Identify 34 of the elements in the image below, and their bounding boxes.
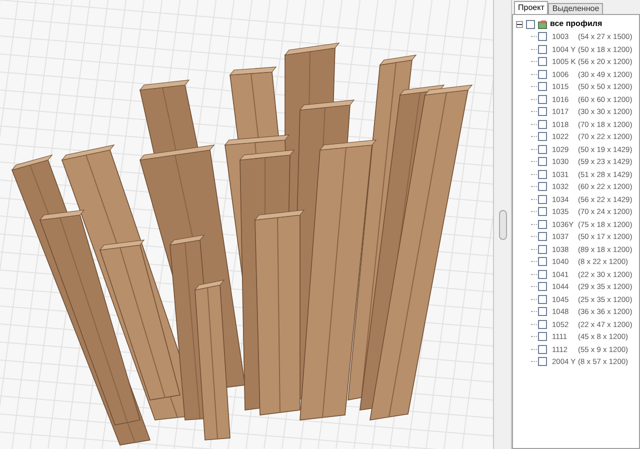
checkbox[interactable] <box>538 157 547 166</box>
collapse-icon[interactable] <box>516 20 523 28</box>
checkbox[interactable] <box>526 20 535 29</box>
checkbox[interactable] <box>538 307 547 316</box>
splitter-handle[interactable] <box>498 210 506 240</box>
checkbox[interactable] <box>538 294 547 304</box>
checkbox[interactable] <box>538 282 547 292</box>
checkbox[interactable] <box>538 70 547 79</box>
checkbox[interactable] <box>538 182 547 192</box>
checkbox[interactable] <box>538 194 547 204</box>
checkbox[interactable] <box>538 207 547 216</box>
checkbox[interactable] <box>538 244 547 254</box>
panel-tab[interactable]: Проект <box>514 1 548 14</box>
tree-root-label[interactable]: все профиля <box>550 20 602 28</box>
checkbox[interactable] <box>538 82 547 92</box>
checkbox[interactable] <box>538 32 547 42</box>
checkbox[interactable] <box>538 132 547 142</box>
checkbox[interactable] <box>538 320 547 329</box>
folder-icon <box>538 20 547 29</box>
checkbox[interactable] <box>538 94 547 104</box>
checkbox[interactable] <box>538 120 547 129</box>
checkbox[interactable] <box>538 332 547 342</box>
checkbox[interactable] <box>538 220 547 229</box>
checkbox[interactable] <box>538 357 547 366</box>
panel-tab[interactable]: Выделенное <box>548 3 604 14</box>
checkbox[interactable] <box>538 232 547 242</box>
checkbox[interactable] <box>538 344 547 354</box>
checkbox[interactable] <box>538 257 547 266</box>
checkbox[interactable] <box>538 44 547 54</box>
checkbox[interactable] <box>538 107 547 116</box>
checkbox[interactable] <box>538 57 547 66</box>
checkbox[interactable] <box>538 144 547 154</box>
checkbox[interactable] <box>538 270 547 279</box>
checkbox[interactable] <box>538 170 547 179</box>
